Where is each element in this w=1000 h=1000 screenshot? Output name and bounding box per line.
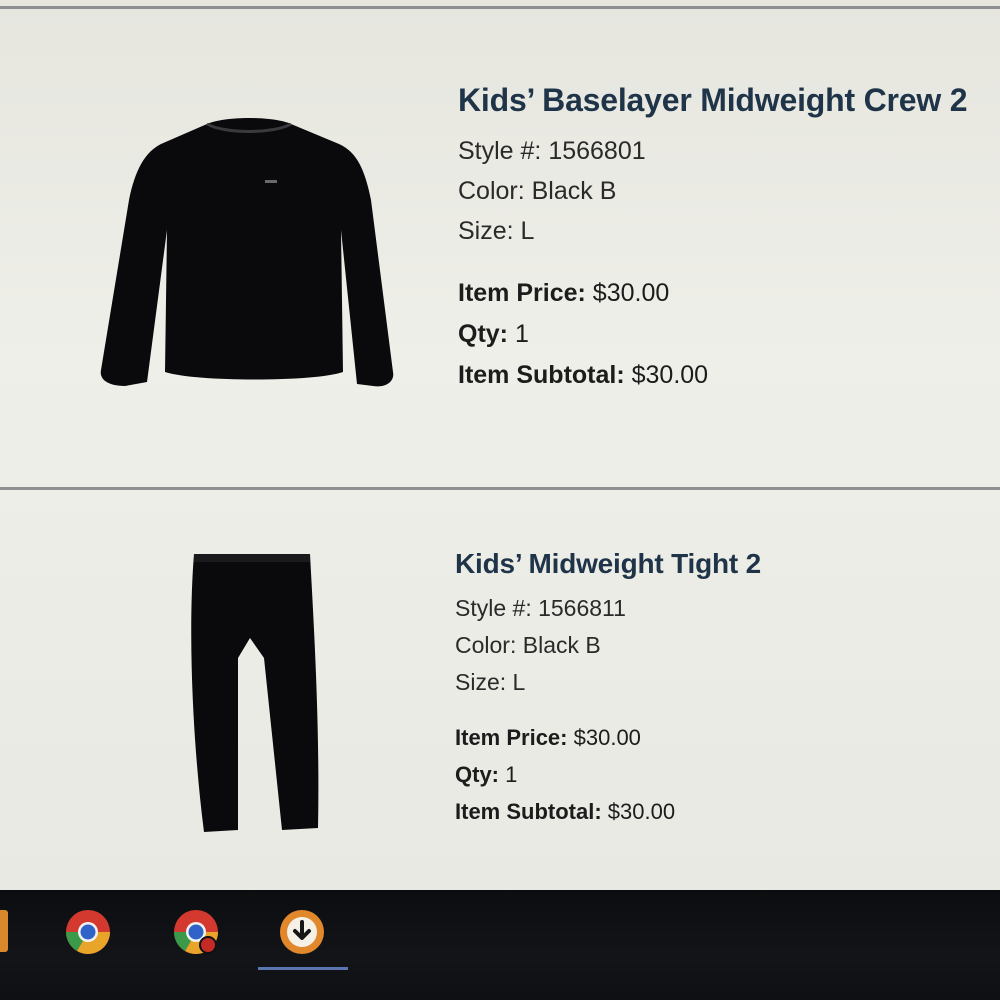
item-details: Kids’ Midweight Tight 2 Style #: 1566811… xyxy=(455,548,761,830)
item-subtotal-label: Item Subtotal: xyxy=(455,799,602,824)
style-number: Style #: 1566811 xyxy=(455,595,626,621)
product-attributes: Style #: 1566801 Color: Black B Size: L xyxy=(458,131,967,251)
item-subtotal-value: $30.00 xyxy=(607,799,676,824)
pricing-block: Item Price: $30.00 Qty: 1 Item Subtotal:… xyxy=(458,273,967,396)
item-subtotal-label: Item Subtotal: xyxy=(458,361,625,389)
taskbar-app-icon-partial[interactable] xyxy=(0,910,8,952)
long-sleeve-shirt-image[interactable] xyxy=(95,110,405,395)
item-subtotal: Item Subtotal: $30.00 xyxy=(455,793,761,830)
item-subtotal: Item Subtotal: $30.00 xyxy=(458,355,967,396)
order-item: Kids’ Midweight Tight 2 Style #: 1566811… xyxy=(0,490,1000,890)
quantity-value: 1 xyxy=(514,320,529,348)
order-item: Kids’ Baselayer Midweight Crew 2 Style #… xyxy=(0,10,1000,487)
color-value: Color: Black B xyxy=(458,177,617,205)
size-value: Size: L xyxy=(455,669,526,695)
product-title[interactable]: Kids’ Midweight Tight 2 xyxy=(455,548,761,580)
item-details: Kids’ Baselayer Midweight Crew 2 Style #… xyxy=(458,82,968,396)
quantity-label: Qty: xyxy=(455,762,499,787)
top-divider xyxy=(0,6,1000,9)
item-subtotal-value: $30.00 xyxy=(631,361,709,389)
item-price: Item Price: $30.00 xyxy=(458,273,967,314)
taskbar xyxy=(0,890,1000,1000)
quantity-value: 1 xyxy=(505,762,518,787)
product-title[interactable]: Kids’ Baselayer Midweight Crew 2 xyxy=(458,82,968,119)
style-number: Style #: 1566801 xyxy=(458,137,646,165)
tights-icon xyxy=(191,554,319,832)
active-app-indicator xyxy=(258,967,348,970)
long-sleeve-shirt-icon xyxy=(100,118,394,387)
product-attributes: Style #: 1566811 Color: Black B Size: L xyxy=(455,590,761,701)
item-price-label: Item Price: xyxy=(455,725,568,750)
item-price-value: $30.00 xyxy=(573,725,641,750)
pricing-block: Item Price: $30.00 Qty: 1 Item Subtotal:… xyxy=(455,719,761,830)
color-value: Color: Black B xyxy=(455,632,601,658)
tights-image[interactable] xyxy=(180,548,325,843)
download-icon[interactable] xyxy=(278,908,326,956)
size-value: Size: L xyxy=(458,217,535,245)
chrome-profile-icon[interactable] xyxy=(172,908,220,956)
quantity: Qty: 1 xyxy=(455,756,761,793)
chrome-icon[interactable] xyxy=(64,908,112,956)
quantity: Qty: 1 xyxy=(458,314,967,355)
order-items-page: Kids’ Baselayer Midweight Crew 2 Style #… xyxy=(0,0,1000,890)
item-price-value: $30.00 xyxy=(592,279,670,307)
item-price: Item Price: $30.00 xyxy=(455,719,761,756)
quantity-label: Qty: xyxy=(458,320,508,348)
item-price-label: Item Price: xyxy=(458,279,586,307)
